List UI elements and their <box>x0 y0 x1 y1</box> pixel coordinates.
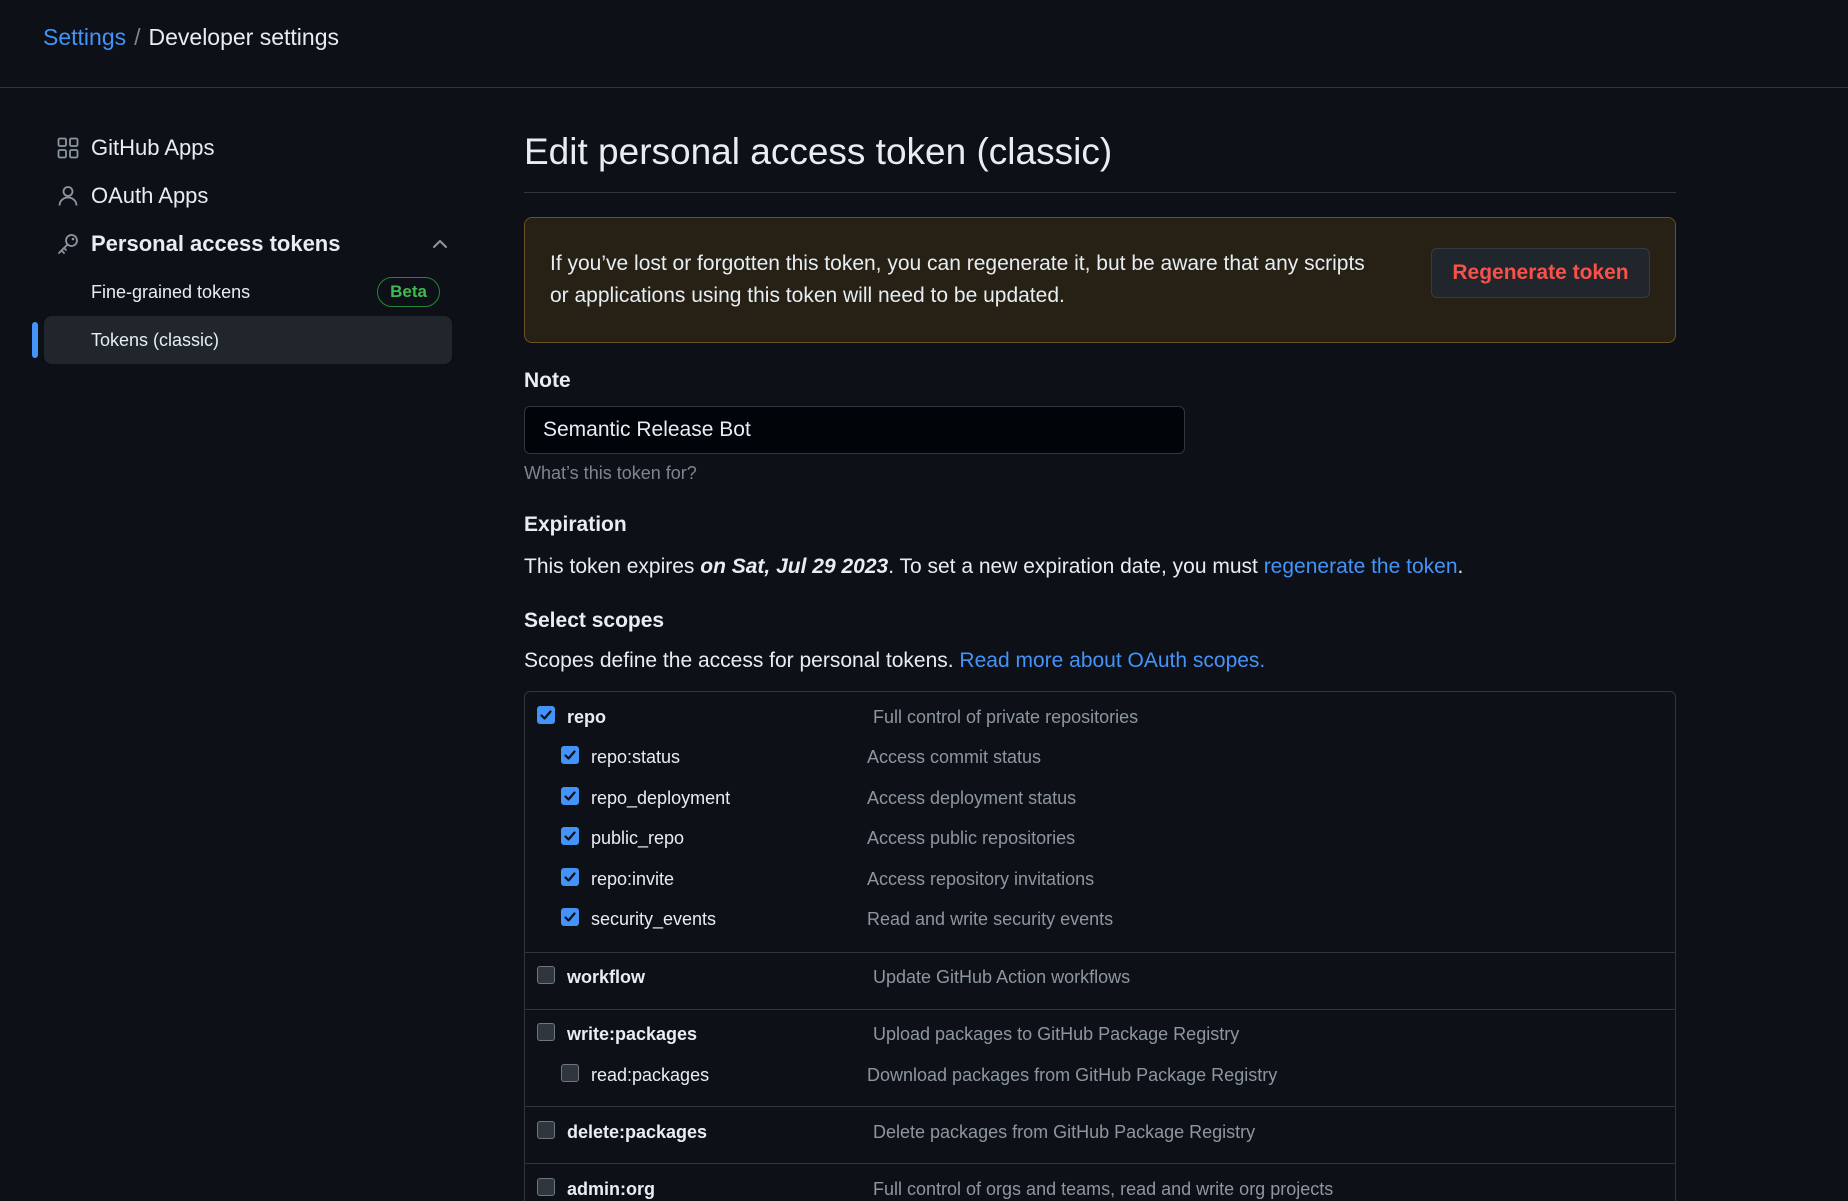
note-hint: What’s this token for? <box>524 463 697 483</box>
scope-checkbox[interactable] <box>537 1121 555 1139</box>
scope-row: public_repo Access public repositories <box>525 821 1675 861</box>
sidebar-item-label: GitHub Apps <box>91 135 215 160</box>
top-bar: Settings / Developer settings <box>0 0 1848 88</box>
scope-row: repo:invite Access repository invitations <box>525 862 1675 902</box>
title-divider <box>524 192 1676 193</box>
row-divider <box>525 1106 1675 1107</box>
checkmark-icon <box>564 831 576 841</box>
scope-name: workflow <box>567 967 646 987</box>
sidebar-subitem-label: Tokens (classic) <box>91 330 220 350</box>
checkmark-icon <box>564 872 576 882</box>
scope-description: Read and write security events <box>867 909 1114 929</box>
scope-row: repo_deployment Access deployment status <box>525 781 1675 821</box>
scopes-intro: Scopes define the access for personal to… <box>524 649 1265 673</box>
scope-description: Access commit status <box>867 747 1042 767</box>
sidebar-item-github-apps[interactable]: GitHub Apps <box>32 124 452 172</box>
sidebar-item-tokens-classic[interactable]: Tokens (classic) <box>44 316 452 364</box>
checkmark-icon <box>564 750 576 760</box>
scope-checkbox[interactable] <box>561 787 579 805</box>
warning-flash: If you’ve lost or forgotten this token, … <box>524 217 1676 343</box>
apps-icon <box>57 137 79 159</box>
scope-checkbox[interactable] <box>561 908 579 926</box>
scope-checkbox[interactable] <box>561 1064 579 1082</box>
sidebar-item-personal-access-tokens[interactable]: Personal access tokens <box>32 220 452 268</box>
note-input[interactable] <box>524 406 1185 454</box>
sidebar-item-label: Personal access tokens <box>91 231 341 256</box>
scope-description: Access deployment status <box>867 788 1077 808</box>
scope-checkbox[interactable] <box>537 966 555 984</box>
scope-row: repo Full control of private repositories <box>525 700 1675 740</box>
expiration-date: on Sat, Jul 29 2023 <box>700 555 889 578</box>
scopes-table: repo Full control of private repositories… <box>524 691 1676 1201</box>
checkmark-icon <box>564 912 576 922</box>
scope-name: repo <box>567 707 607 727</box>
expiration-label: Expiration <box>524 513 627 536</box>
scope-checkbox[interactable] <box>561 827 579 845</box>
sidebar-subitem-label: Fine-grained tokens <box>91 282 251 302</box>
expiration-prefix: This token expires <box>524 555 701 578</box>
scope-name: admin:org <box>567 1179 655 1199</box>
scope-description: Full control of private repositories <box>873 707 1139 727</box>
scope-row: delete:packages Delete packages from GitH… <box>525 1115 1675 1155</box>
scope-name: delete:packages <box>567 1122 708 1142</box>
scope-checkbox[interactable] <box>561 868 579 886</box>
scope-description: Access repository invitations <box>867 869 1095 889</box>
breadcrumb-settings-link[interactable]: Settings <box>43 24 126 50</box>
scope-checkbox[interactable] <box>537 1023 555 1041</box>
row-divider <box>525 952 1675 953</box>
note-label: Note <box>524 369 571 392</box>
regenerate-token-link[interactable]: regenerate the token <box>1264 555 1458 578</box>
scope-checkbox[interactable] <box>561 746 579 764</box>
breadcrumb-current: Developer settings <box>148 24 340 50</box>
regenerate-token-button[interactable]: Regenerate token <box>1431 248 1650 298</box>
sidebar-item-oauth-apps[interactable]: OAuth Apps <box>32 172 452 220</box>
beta-badge: Beta <box>377 277 440 307</box>
row-divider <box>525 1009 1675 1010</box>
scope-description: Full control of orgs and teams, read and… <box>873 1179 1334 1199</box>
sidebar-item-fine-grained-tokens[interactable]: Fine-grained tokens Beta <box>44 268 452 316</box>
scope-row: read:packages Download packages from GitH… <box>525 1058 1675 1098</box>
person-icon <box>58 186 78 206</box>
scope-name: repo:invite <box>591 869 675 889</box>
scope-checkbox[interactable] <box>537 706 555 724</box>
page-title: Edit personal access token (classic) <box>524 131 1113 172</box>
scope-description: Update GitHub Action workflows <box>873 967 1131 987</box>
scope-description: Delete packages from GitHub Package Regi… <box>873 1122 1256 1142</box>
row-divider <box>525 1163 1675 1164</box>
scope-name: write:packages <box>567 1024 698 1044</box>
checkmark-icon <box>540 710 552 720</box>
expiration-text: This token expires on Sat, Jul 29 2023. … <box>524 555 1463 579</box>
scope-name: repo_deployment <box>591 788 731 808</box>
select-scopes-label: Select scopes <box>524 609 665 632</box>
sidebar-item-label: OAuth Apps <box>91 183 209 208</box>
scope-row: workflow Update GitHub Action workflows <box>525 960 1675 1000</box>
flash-message: If you’ve lost or forgotten this token, … <box>550 252 1365 307</box>
scope-name: repo:status <box>591 747 681 767</box>
scope-name: read:packages <box>591 1065 710 1085</box>
scopes-intro-text: Scopes define the access for personal to… <box>524 649 960 672</box>
scope-description: Download packages from GitHub Package Re… <box>867 1065 1278 1085</box>
scope-checkbox[interactable] <box>537 1178 555 1196</box>
oauth-scopes-link[interactable]: Read more about OAuth scopes. <box>959 649 1265 672</box>
expiration-suffix: . <box>1457 555 1464 578</box>
scope-name: public_repo <box>591 828 685 848</box>
scope-row: write:packages Upload packages to GitHub … <box>525 1017 1675 1057</box>
scope-row: admin:org Full control of orgs and teams,… <box>525 1172 1675 1201</box>
breadcrumb-separator: / <box>134 24 141 50</box>
scope-name: security_events <box>591 909 717 929</box>
expiration-middle: . To set a new expiration date, you must <box>888 555 1264 578</box>
scope-description: Upload packages to GitHub Package Regist… <box>873 1024 1240 1044</box>
scope-row: security_events Read and write security e… <box>525 902 1675 942</box>
breadcrumb: Settings / Developer settings <box>43 22 339 52</box>
active-indicator <box>32 322 38 358</box>
checkmark-icon <box>564 791 576 801</box>
key-icon <box>58 234 78 254</box>
scope-row: repo:status Access commit status <box>525 740 1675 780</box>
scope-description: Access public repositories <box>867 828 1076 848</box>
chevron-up-icon[interactable] <box>428 232 452 256</box>
